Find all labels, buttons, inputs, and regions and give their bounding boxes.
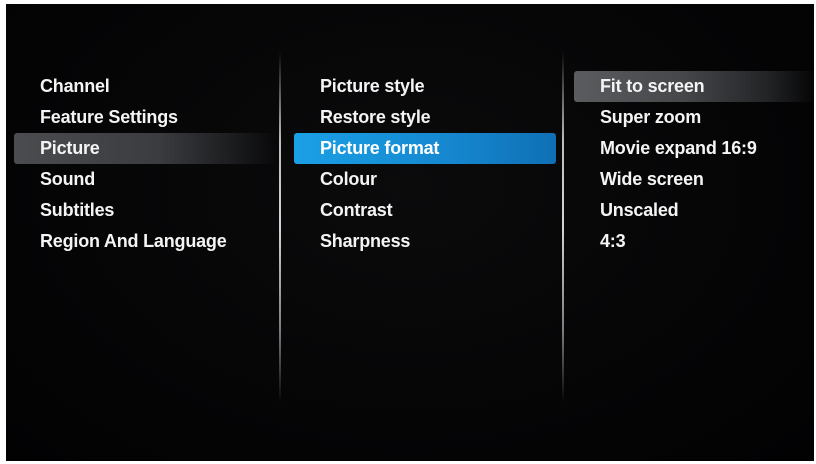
tv-screen: Channel Feature Settings Picture Sound S… [6, 4, 814, 461]
option-label: Super zoom [600, 107, 702, 127]
submenu-item-contrast[interactable]: Contrast [294, 195, 556, 226]
submenu-item-label: Picture style [320, 76, 425, 96]
picture-submenu-column: Picture style Restore style Picture form… [294, 71, 556, 257]
submenu-item-label: Sharpness [320, 231, 411, 251]
submenu-item-restore-style[interactable]: Restore style [294, 102, 556, 133]
submenu-item-picture-style[interactable]: Picture style [294, 71, 556, 102]
option-label: Wide screen [600, 169, 704, 189]
submenu-item-label: Colour [320, 169, 377, 189]
option-super-zoom[interactable]: Super zoom [574, 102, 814, 133]
option-movie-expand-16-9[interactable]: Movie expand 16:9 [574, 133, 814, 164]
menu-item-label: Channel [40, 76, 110, 96]
menu-item-label: Region And Language [40, 231, 227, 251]
menu-item-feature-settings[interactable]: Feature Settings [14, 102, 276, 133]
menu-item-picture[interactable]: Picture [14, 133, 276, 164]
submenu-item-label: Contrast [320, 200, 393, 220]
column-divider [562, 52, 564, 402]
option-unscaled[interactable]: Unscaled [574, 195, 814, 226]
submenu-item-label: Restore style [320, 107, 431, 127]
option-label: Fit to screen [600, 76, 705, 96]
menu-item-channel[interactable]: Channel [14, 71, 276, 102]
menu-item-label: Feature Settings [40, 107, 178, 127]
submenu-item-sharpness[interactable]: Sharpness [294, 226, 556, 257]
option-4-3[interactable]: 4:3 [574, 226, 814, 257]
option-label: Movie expand 16:9 [600, 138, 757, 158]
submenu-item-picture-format[interactable]: Picture format [294, 133, 556, 164]
menu-item-label: Picture [40, 138, 100, 158]
option-wide-screen[interactable]: Wide screen [574, 164, 814, 195]
menu-item-subtitles[interactable]: Subtitles [14, 195, 276, 226]
menu-item-label: Sound [40, 169, 95, 189]
main-menu-column: Channel Feature Settings Picture Sound S… [14, 71, 276, 257]
column-divider [279, 52, 281, 402]
submenu-item-colour[interactable]: Colour [294, 164, 556, 195]
option-label: Unscaled [600, 200, 679, 220]
menu-item-label: Subtitles [40, 200, 115, 220]
option-fit-to-screen[interactable]: Fit to screen [574, 71, 814, 102]
option-label: 4:3 [600, 231, 626, 251]
submenu-item-label: Picture format [320, 138, 440, 158]
picture-format-options-column: Fit to screen Super zoom Movie expand 16… [574, 71, 814, 257]
menu-item-region-and-language[interactable]: Region And Language [14, 226, 276, 257]
menu-item-sound[interactable]: Sound [14, 164, 276, 195]
